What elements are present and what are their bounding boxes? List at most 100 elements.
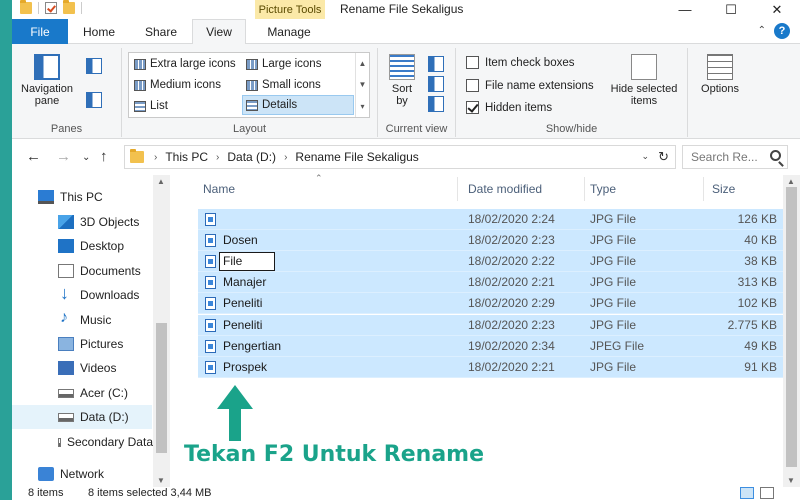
layout-extra-large-icons[interactable]: Extra large icons xyxy=(131,54,243,74)
layout-small-icons[interactable]: Small icons xyxy=(243,75,353,95)
breadcrumb-data-drive[interactable]: Data (D:) xyxy=(227,150,276,164)
hidden-items-checkbox[interactable] xyxy=(466,101,479,114)
item-check-boxes-option[interactable]: Item check boxes xyxy=(466,56,574,69)
file-name: Dosen xyxy=(223,233,258,247)
column-header-name[interactable]: Name ⌃ xyxy=(203,173,453,203)
expand-gallery-icon[interactable]: ▾ xyxy=(360,102,364,111)
file-list-scrollbar[interactable]: ▲ ▼ xyxy=(783,175,800,487)
column-divider[interactable] xyxy=(703,177,704,201)
table-row[interactable]: Manajer 18/02/2020 2:21 JPG File 313 KB xyxy=(198,272,783,293)
column-header-size[interactable]: Size xyxy=(712,175,772,203)
scroll-down-icon[interactable]: ▼ xyxy=(359,80,367,89)
navigation-pane-button[interactable]: Navigation pane xyxy=(18,54,76,107)
scrollbar-thumb[interactable] xyxy=(156,323,167,453)
breadcrumb-current-folder[interactable]: Rename File Sekaligus xyxy=(295,150,418,164)
properties-icon[interactable] xyxy=(45,2,57,14)
address-dropdown-icon[interactable]: ⌄ xyxy=(641,151,649,162)
scroll-up-icon[interactable]: ▲ xyxy=(787,177,795,186)
navigation-pane-icon xyxy=(34,54,60,80)
sidebar-item-music[interactable]: Music xyxy=(12,308,152,332)
breadcrumb-chevron-icon[interactable]: › xyxy=(154,152,157,163)
options-button[interactable]: Options xyxy=(696,54,744,95)
sidebar-item-this-pc[interactable]: This PC xyxy=(12,185,152,209)
sidebar-item-downloads[interactable]: Downloads xyxy=(12,283,152,307)
table-row[interactable]: Prospek 18/02/2020 2:21 JPG File 91 KB xyxy=(198,357,783,378)
large-icons-view-icon[interactable] xyxy=(760,487,774,499)
tab-share[interactable]: Share xyxy=(136,19,186,44)
column-header-type[interactable]: Type xyxy=(590,175,690,203)
sidebar-item-network[interactable]: Network xyxy=(12,462,152,486)
layout-list[interactable]: List xyxy=(131,96,243,116)
layout-medium-icons[interactable]: Medium icons xyxy=(131,75,243,95)
breadcrumb-chevron-icon[interactable]: › xyxy=(216,152,219,163)
breadcrumb-chevron-icon[interactable]: › xyxy=(284,152,287,163)
details-view-icon[interactable] xyxy=(740,487,754,499)
add-columns-icon[interactable] xyxy=(428,76,444,92)
file-name-extensions-option[interactable]: File name extensions xyxy=(466,79,594,92)
scroll-up-icon[interactable]: ▲ xyxy=(157,177,165,186)
hide-selected-items-button[interactable]: Hide selected items xyxy=(606,54,682,107)
jpg-file-icon xyxy=(205,361,216,374)
hide-selected-label: Hide selected items xyxy=(610,83,678,107)
minimize-button[interactable]: — xyxy=(662,0,708,19)
group-by-icon[interactable] xyxy=(428,56,444,72)
sidebar-item-desktop[interactable]: Desktop xyxy=(12,234,152,258)
sidebar-item-3d-objects[interactable]: 3D Objects xyxy=(12,210,152,234)
scrollbar-thumb[interactable] xyxy=(786,187,797,467)
breadcrumb-this-pc[interactable]: This PC xyxy=(165,150,208,164)
close-button[interactable]: ✕ xyxy=(754,0,800,19)
file-name-extensions-checkbox[interactable] xyxy=(466,79,479,92)
table-row[interactable]: Dosen 18/02/2020 2:23 JPG File 40 KB xyxy=(198,230,783,251)
help-icon[interactable]: ? xyxy=(774,23,790,39)
tab-home[interactable]: Home xyxy=(76,19,122,44)
tab-file[interactable]: File xyxy=(12,19,68,44)
table-row[interactable]: Peneliti 18/02/2020 2:23 JPG File 2.775 … xyxy=(198,315,783,336)
scroll-down-icon[interactable]: ▼ xyxy=(787,476,795,485)
item-check-boxes-checkbox[interactable] xyxy=(466,56,479,69)
file-size: 102 KB xyxy=(737,296,777,310)
music-icon xyxy=(58,309,74,327)
sidebar-item-acer-c[interactable]: Acer (C:) xyxy=(12,381,152,405)
new-folder-icon[interactable] xyxy=(63,0,75,14)
scroll-down-icon[interactable]: ▼ xyxy=(157,476,165,485)
sidebar-item-documents[interactable]: Documents xyxy=(12,259,152,283)
sidebar-scrollbar[interactable]: ▲ ▼ xyxy=(153,175,170,487)
file-date: 18/02/2020 2:24 xyxy=(468,212,555,226)
sidebar-item-data-d[interactable]: Data (D:) xyxy=(12,405,152,429)
column-header-date[interactable]: Date modified xyxy=(468,175,578,203)
address-bar[interactable]: › This PC › Data (D:) › Rename File Seka… xyxy=(124,145,676,169)
preview-pane-icon[interactable] xyxy=(86,58,102,74)
sidebar-item-videos[interactable]: Videos xyxy=(12,356,152,380)
back-arrow-icon[interactable]: ← xyxy=(26,148,41,165)
column-divider[interactable] xyxy=(457,177,458,201)
tab-manage[interactable]: Manage xyxy=(256,19,322,44)
scroll-up-icon[interactable]: ▲ xyxy=(359,59,367,68)
layout-gallery-scroll[interactable]: ▲ ▼ ▾ xyxy=(355,53,369,117)
hidden-items-option[interactable]: Hidden items xyxy=(466,101,552,114)
rename-input[interactable]: File xyxy=(219,252,275,271)
table-row[interactable]: 18/02/2020 2:24 JPG File 126 KB xyxy=(198,209,783,230)
details-pane-icon[interactable] xyxy=(86,92,102,108)
maximize-button[interactable]: ☐ xyxy=(708,0,754,19)
refresh-icon[interactable]: ↻ xyxy=(658,149,669,165)
folder-icon[interactable] xyxy=(20,0,32,14)
tab-view[interactable]: View xyxy=(192,19,246,45)
column-size-label: Size xyxy=(712,182,736,196)
sidebar-item-label: Documents xyxy=(80,264,141,278)
table-row[interactable]: File 18/02/2020 2:22 JPG File 38 KB xyxy=(198,251,783,272)
collapse-ribbon-icon[interactable]: ⌃ xyxy=(758,25,766,36)
sidebar-item-secondary-data[interactable]: Secondary Data xyxy=(12,430,153,454)
search-input[interactable]: Search Re... xyxy=(682,145,788,169)
layout-group: Extra large icons Large icons Medium ico… xyxy=(122,48,378,137)
table-row[interactable]: Pengertian 19/02/2020 2:34 JPEG File 49 … xyxy=(198,336,783,357)
sidebar-item-pictures[interactable]: Pictures xyxy=(12,332,152,356)
forward-arrow-icon[interactable]: → xyxy=(56,148,71,165)
up-arrow-icon[interactable]: ↑ xyxy=(100,148,108,165)
size-columns-icon[interactable] xyxy=(428,96,444,112)
column-divider[interactable] xyxy=(584,177,585,201)
recent-locations-icon[interactable]: ⌄ xyxy=(82,152,90,163)
layout-details[interactable]: Details xyxy=(242,95,354,115)
layout-large-icons[interactable]: Large icons xyxy=(243,54,353,74)
sort-by-button[interactable]: Sort by xyxy=(386,54,418,107)
table-row[interactable]: Peneliti 18/02/2020 2:29 JPG File 102 KB xyxy=(198,293,783,314)
